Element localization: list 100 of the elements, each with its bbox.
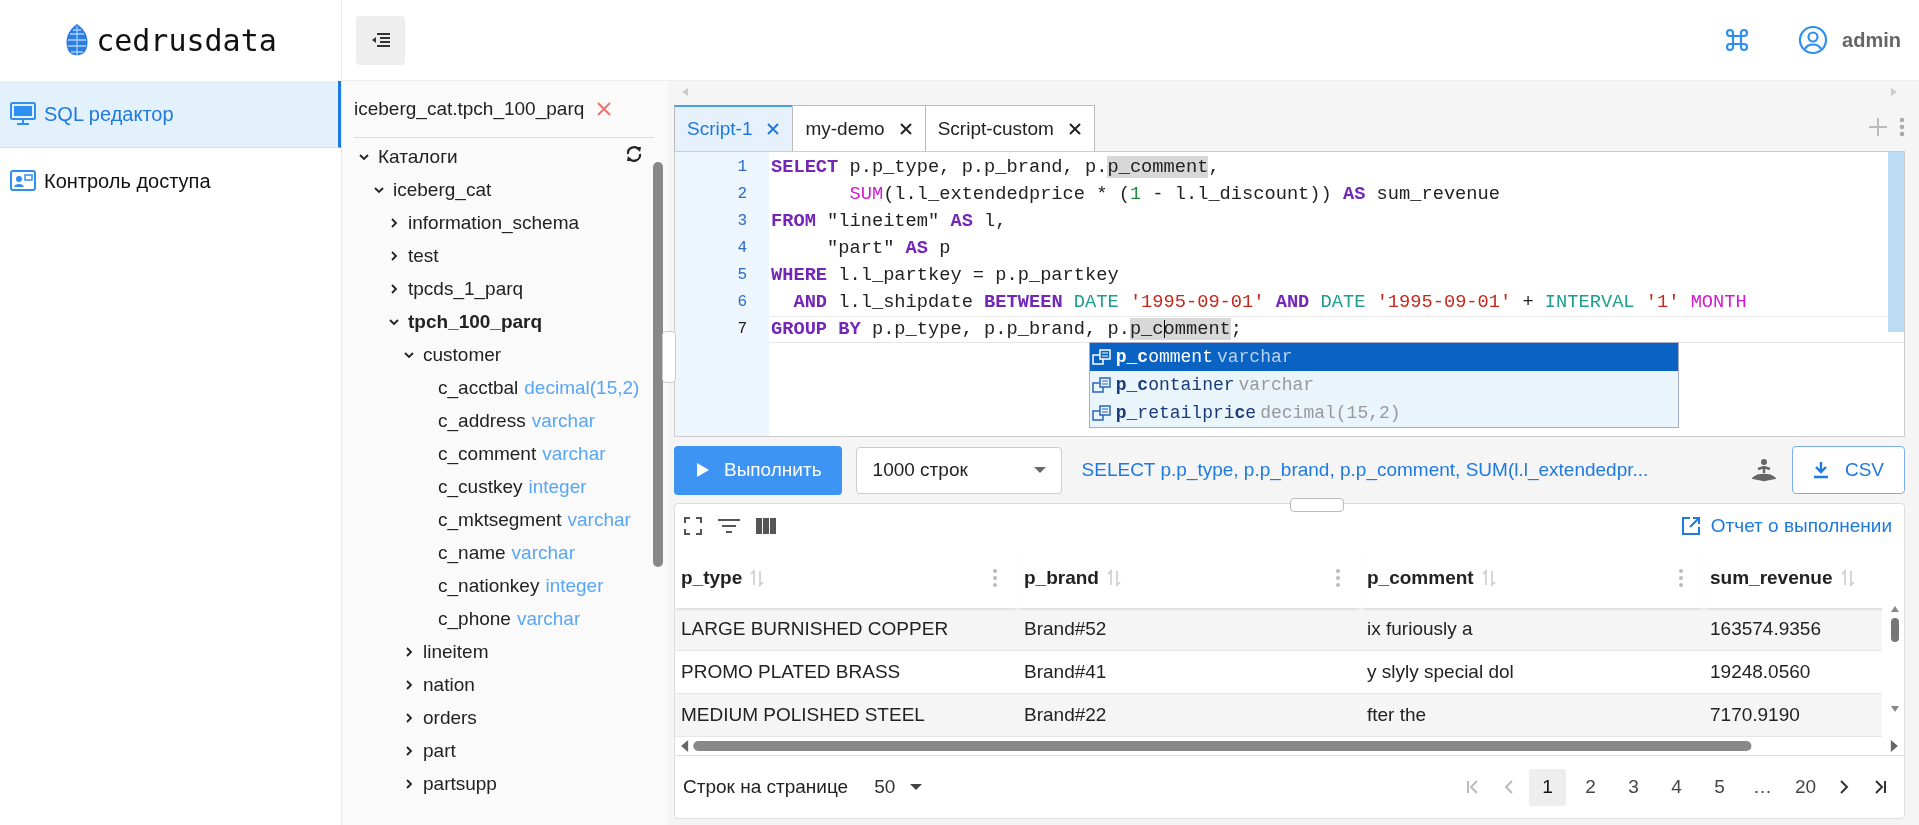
play-icon [696,462,710,478]
page-button[interactable]: 20 [1787,768,1824,806]
script-tab[interactable]: my-demo [792,105,926,151]
code-line: WHERE l.l_partkey = p.p_partkey [770,263,1120,288]
logo-text: cedrusdata [96,23,277,58]
external-link-icon [1680,516,1701,536]
sidebar-item[interactable]: SQL редактор [0,81,341,148]
line-number: 7 [736,319,748,340]
line-number: 2 [736,184,748,205]
scrollbar[interactable] [1890,604,1900,714]
field-icon [1091,404,1112,422]
column-name[interactable]: c_custkey [438,475,523,498]
column-header[interactable]: sum_revenue [1710,567,1833,589]
chevron-right-icon[interactable] [388,216,400,229]
tree-item[interactable]: nation [423,673,475,696]
query-preview[interactable]: SELECT p.p_type, p.p_brand, p.p_comment, SUM(l.l_extendedpr... [1075,459,1736,481]
resize-handle[interactable] [1289,498,1344,512]
column-type: varchar [511,541,575,564]
table-cell: MEDIUM POLISHED STEEL [675,694,1018,737]
tree-item[interactable]: test [408,244,439,267]
column-type: varchar [542,442,606,465]
column-name[interactable]: c_comment [438,442,537,465]
autocomplete-item[interactable]: p_comment varchar [1089,343,1678,371]
page-button[interactable]: 3 [1615,768,1652,806]
page-button[interactable]: 2 [1572,768,1609,806]
chevron-right-icon[interactable] [403,744,415,757]
column-name[interactable]: c_name [438,541,506,564]
page-button[interactable]: … [1744,768,1781,806]
rows-per-page-label: Строк на странице [683,776,849,798]
field-icon [1091,348,1112,366]
refresh-icon[interactable] [624,144,644,164]
tree-item[interactable]: part [423,739,456,762]
column-type: varchar [567,508,631,531]
user-menu[interactable]: admin [1798,25,1901,55]
tree-item[interactable]: information_schema [408,211,580,234]
scrollbar[interactable] [1888,152,1904,332]
table-cell: fter the [1361,694,1704,737]
menu-collapse-icon [370,32,391,48]
row-limit-select[interactable]: 1000 строк [855,446,1062,494]
column-name[interactable]: c_acctbal [438,376,519,399]
table-cell: ix furiously a [1361,608,1704,651]
field-icon [1091,376,1112,394]
script-tab[interactable]: Script-custom [924,105,1095,151]
next-page-icon [1838,779,1850,795]
chevron-right-icon[interactable] [403,678,415,691]
close-icon[interactable] [898,121,913,136]
table-cell: Brand#22 [1018,694,1361,737]
tree-item[interactable]: orders [423,706,477,729]
page-button[interactable]: 4 [1658,768,1695,806]
column-header[interactable]: p_comment [1367,567,1474,589]
autocomplete-item[interactable]: p_container varchar [1089,371,1678,399]
user-icon [1798,25,1829,55]
column-type: varchar [531,409,596,432]
columns-icon[interactable] [755,517,777,535]
collapse-sidebar-button[interactable] [356,15,405,65]
tree-item[interactable]: Каталоги [378,145,458,168]
tree-item[interactable]: customer [423,343,502,366]
meditation-icon[interactable] [1749,458,1778,482]
line-number: 4 [736,238,748,259]
line-number: 1 [736,157,748,178]
line-number: 3 [736,211,748,232]
line-number: 6 [736,292,748,313]
tree-item[interactable]: tpch_100_parq [408,310,543,333]
id-card-icon [10,169,36,193]
resize-handle[interactable] [662,331,676,383]
tree-item[interactable]: partsupp [423,772,497,795]
chevron-right-icon[interactable] [388,249,400,262]
close-icon[interactable] [1067,121,1082,136]
column-name[interactable]: c_mktsegment [438,508,562,531]
tree-item[interactable]: iceberg_cat [393,178,492,201]
last-page-icon [1872,779,1888,795]
column-header[interactable]: p_brand [1024,567,1099,589]
sidebar-item[interactable]: Контроль доступа [0,148,341,215]
tree-item[interactable]: lineitem [423,640,489,663]
column-type: varchar [516,607,581,630]
first-page-icon [1465,779,1481,795]
code-line: SUM(l.l_extendedprice * (1 - l.l_discount)) AS sum_revenue [848,182,1501,207]
autocomplete-item[interactable]: p_retailprice decimal(15,2) [1089,399,1678,427]
page-size-select[interactable]: 50 [868,775,930,799]
tree-item[interactable]: tpcds_1_parq [408,277,524,300]
column-name[interactable]: c_nationkey [438,574,540,597]
chevron-right-icon[interactable] [388,282,400,295]
chevron-right-icon[interactable] [403,711,415,724]
column-name[interactable]: c_address [438,409,526,432]
execution-report-link[interactable]: Отчет о выполнении [1680,515,1896,537]
page-button[interactable]: 5 [1701,768,1738,806]
chevron-right-icon[interactable] [403,777,415,790]
column-header[interactable]: p_type [681,567,743,589]
filter-icon[interactable] [717,517,741,535]
sql-monitor-icon [10,102,36,126]
chevron-right-icon[interactable] [403,645,415,658]
table-cell: 7170.9190 [1704,694,1882,737]
script-tab[interactable]: Script-1 [674,105,794,151]
explorer-title: iceberg_cat.tpch_100_parq [354,98,585,120]
code-editor[interactable] [674,151,1905,437]
csv-export-button[interactable]: CSV [1791,446,1905,494]
page-button[interactable]: 1 [1529,768,1566,806]
fullscreen-icon[interactable] [683,516,703,536]
code-line: AND l.l_shipdate BETWEEN DATE '1995-09-01' AND DATE '1995-09-01' + INTERVAL '1' MONTH [792,290,1748,315]
column-name[interactable]: c_phone [438,607,511,630]
